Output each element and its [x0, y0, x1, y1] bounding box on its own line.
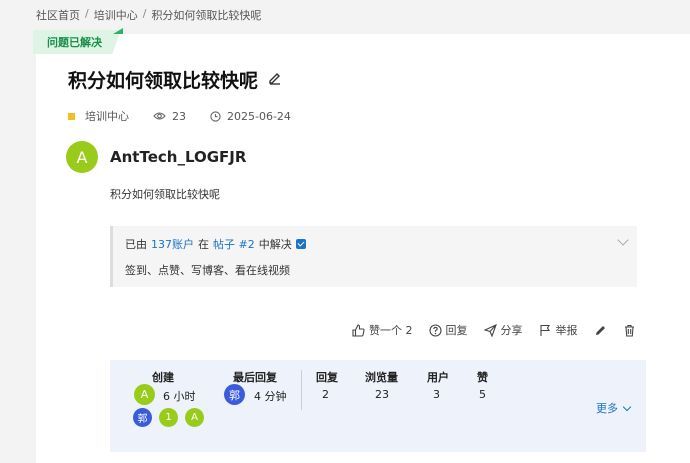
views-label: 浏览量	[365, 371, 398, 384]
report-label: 举报	[555, 324, 578, 337]
likes-label: 赞	[477, 371, 488, 384]
more-label: 更多	[596, 402, 618, 415]
chevron-down-icon	[622, 402, 632, 411]
views-count: 23	[375, 388, 389, 401]
like-button[interactable]: 赞一个 2	[352, 322, 413, 338]
topic-stats: 创建 A 6 小时 最后回复 郭 4 分钟 回复 2 浏览量 23 用户 3 赞…	[110, 360, 646, 452]
date-meta: 2025-06-24	[210, 110, 291, 123]
users-count: 3	[433, 388, 440, 401]
share-label: 分享	[500, 324, 523, 337]
flag-icon	[539, 324, 550, 336]
avatar[interactable]: A	[66, 141, 98, 173]
post-date: 2025-06-24	[227, 109, 291, 123]
solution-mid: 在	[198, 238, 209, 251]
send-icon	[483, 323, 497, 337]
solution-header: 已由 137账户 在 帖子 #2 中解决	[125, 236, 306, 252]
breadcrumb-category[interactable]: 培训中心	[94, 7, 138, 23]
solution-user-link[interactable]: 137账户	[151, 236, 194, 252]
clock-icon	[210, 110, 221, 122]
title-row: 积分如何领取比较快呢	[68, 66, 282, 93]
thumbs-up-icon	[352, 323, 365, 337]
created-label: 创建	[152, 371, 174, 384]
breadcrumb-separator: /	[85, 7, 89, 20]
views-count: 23	[172, 109, 186, 123]
solution-text: 签到、点赞、写博客、看在线视频	[125, 264, 290, 277]
topic-meta: 培训中心 23 2025-06-24	[68, 108, 315, 124]
breadcrumb: 社区首页 / 培训中心 / 积分如何领取比较快呢	[36, 7, 261, 23]
avatar[interactable]: 郭	[133, 408, 152, 427]
last-reply-label: 最后回复	[233, 371, 277, 384]
replies-count: 2	[322, 388, 329, 401]
report-button[interactable]: 举报	[539, 322, 578, 338]
solved-badge: 问题已解决	[33, 30, 121, 54]
last-reply-time: 4 分钟	[254, 390, 287, 403]
replies-label: 回复	[316, 371, 338, 384]
more-button[interactable]: 更多	[596, 400, 632, 416]
users-label: 用户	[427, 371, 449, 384]
category-label: 培训中心	[85, 110, 129, 123]
page-title: 积分如何领取比较快呢	[68, 70, 259, 92]
delete-button[interactable]	[623, 324, 636, 337]
edit-icon[interactable]	[268, 70, 282, 89]
stats-divider	[301, 370, 302, 410]
avatar[interactable]: A	[134, 384, 155, 405]
post-body: 积分如何领取比较快呢	[110, 188, 220, 201]
likes-count: 5	[479, 388, 486, 401]
avatar[interactable]: 郭	[224, 384, 245, 405]
accepted-answer-box: 已由 137账户 在 帖子 #2 中解决 签到、点赞、写博客、看在线视频	[110, 226, 637, 287]
reply-label: 回复	[445, 324, 468, 337]
avatar[interactable]: 1	[159, 408, 178, 427]
breadcrumb-separator: /	[142, 7, 147, 20]
question-circle-icon	[428, 323, 442, 337]
category-tag[interactable]: 培训中心	[68, 108, 129, 124]
author-name[interactable]: AntTech_LOGFJR	[110, 148, 246, 166]
avatar[interactable]: A	[185, 408, 204, 427]
solution-suffix: 中解决	[258, 238, 292, 251]
chevron-down-icon[interactable]	[617, 234, 629, 246]
checkbox-check-icon	[295, 239, 306, 249]
solution-post-link[interactable]: 帖子 #2	[213, 236, 255, 252]
post-actions: 赞一个 2 回复 分享 举报	[352, 322, 652, 338]
created-time: 6 小时	[163, 390, 196, 403]
category-color-icon	[68, 112, 75, 120]
pencil-icon	[595, 325, 605, 335]
breadcrumb-home[interactable]: 社区首页	[36, 7, 80, 23]
solution-prefix: 已由	[125, 238, 147, 251]
trash-icon	[624, 324, 634, 337]
reply-button[interactable]: 回复	[428, 322, 468, 338]
breadcrumb-current: 积分如何领取比较快呢	[151, 9, 262, 22]
share-button[interactable]: 分享	[483, 322, 523, 338]
edit-post-button[interactable]	[594, 324, 607, 337]
eye-icon	[153, 112, 166, 120]
views-meta: 23	[153, 110, 186, 123]
like-label: 赞一个 2	[369, 324, 413, 337]
